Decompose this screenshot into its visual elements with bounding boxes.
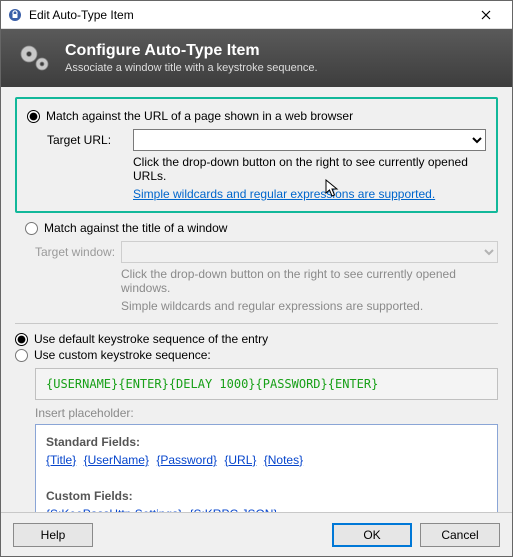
header-title: Configure Auto-Type Item — [65, 42, 318, 60]
cancel-button[interactable]: Cancel — [420, 523, 500, 547]
insert-placeholder-label: Insert placeholder: — [35, 406, 498, 420]
placeholder-url[interactable]: {URL} — [224, 453, 256, 467]
target-window-hint2: Simple wildcards and regular expressions… — [121, 299, 498, 313]
titlebar: Edit Auto-Type Item — [1, 1, 512, 29]
default-sequence-radio[interactable] — [15, 333, 28, 346]
placeholder-username[interactable]: {UserName} — [84, 453, 149, 467]
match-title-label: Match against the title of a window — [44, 221, 227, 235]
keystroke-sequence-field[interactable]: {USERNAME}{ENTER}{DELAY 1000}{PASSWORD}{… — [35, 368, 498, 400]
header-subtitle: Associate a window title with a keystrok… — [65, 62, 318, 74]
custom-fields-heading: Custom Fields: — [46, 489, 133, 503]
custom-sequence-label: Use custom keystroke sequence: — [34, 348, 211, 362]
url-match-group: Match against the URL of a page shown in… — [15, 97, 498, 213]
target-window-combo — [121, 241, 498, 263]
placeholder-list[interactable]: Standard Fields: {Title} {UserName} {Pas… — [35, 424, 498, 512]
app-lock-icon — [7, 7, 23, 23]
wildcards-link[interactable]: Simple wildcards and regular expressions… — [133, 187, 435, 201]
target-window-hint1: Click the drop-down button on the right … — [121, 267, 498, 295]
dialog-footer: Help OK Cancel — [1, 512, 512, 556]
placeholder-keepasshttp[interactable]: {S:KeePassHttp Settings} — [46, 507, 182, 512]
window-title: Edit Auto-Type Item — [29, 8, 466, 22]
close-button[interactable] — [466, 1, 506, 29]
match-url-radio[interactable] — [27, 110, 40, 123]
target-url-combo[interactable] — [133, 129, 486, 151]
target-window-label: Target window: — [35, 245, 121, 259]
standard-fields-heading: Standard Fields: — [46, 435, 140, 449]
dialog-content: Match against the URL of a page shown in… — [1, 87, 512, 512]
dialog-header: Configure Auto-Type Item Associate a win… — [1, 29, 512, 87]
placeholder-notes[interactable]: {Notes} — [264, 453, 303, 467]
match-title-radio[interactable] — [25, 222, 38, 235]
custom-sequence-radio[interactable] — [15, 349, 28, 362]
target-url-label: Target URL: — [47, 133, 133, 147]
target-url-hint: Click the drop-down button on the right … — [133, 155, 486, 183]
placeholder-krpc[interactable]: {S:KRPC JSON} — [189, 507, 277, 512]
match-url-label: Match against the URL of a page shown in… — [46, 109, 353, 123]
help-button[interactable]: Help — [13, 523, 93, 547]
placeholder-password[interactable]: {Password} — [156, 453, 217, 467]
gears-icon — [15, 38, 55, 78]
default-sequence-label: Use default keystroke sequence of the en… — [34, 332, 268, 346]
separator — [15, 323, 498, 324]
placeholder-title[interactable]: {Title} — [46, 453, 76, 467]
ok-button[interactable]: OK — [332, 523, 412, 547]
dialog-window: Edit Auto-Type Item Configure Auto-Type … — [0, 0, 513, 557]
